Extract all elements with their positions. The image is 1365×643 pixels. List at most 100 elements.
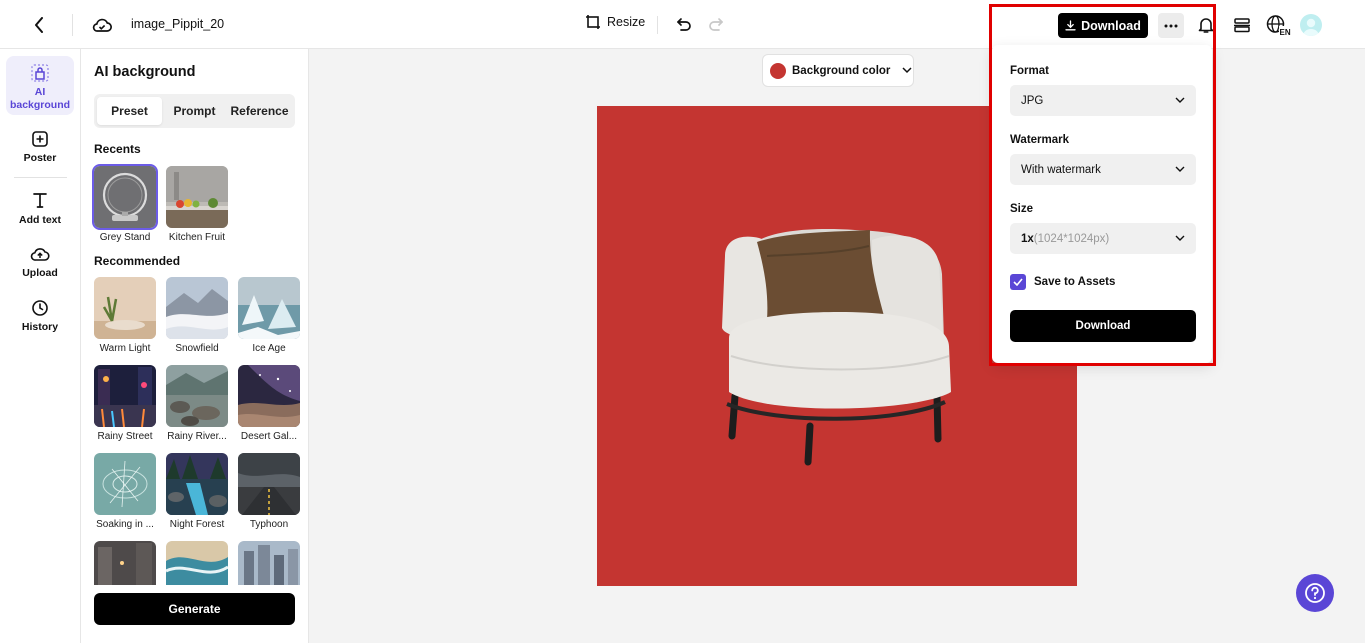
watermark-select[interactable]: With watermark (1010, 154, 1196, 185)
rail-item-upload[interactable]: Upload (6, 245, 74, 280)
ai-background-panel: AI background Preset Prompt Reference Re… (81, 49, 309, 643)
preset-image (166, 453, 228, 515)
rail-item-label: Add text (19, 214, 61, 226)
preset-label: Rainy River... (167, 431, 227, 442)
user-avatar[interactable] (1300, 14, 1322, 36)
avatar-icon (1303, 18, 1319, 36)
undo-button[interactable] (674, 14, 694, 36)
download-button[interactable]: Download (1058, 13, 1148, 38)
preset-thumb[interactable] (166, 541, 228, 585)
recents-heading: Recents (94, 142, 141, 156)
panel-title: AI background (94, 64, 196, 80)
rail-item-label: Upload (22, 267, 58, 279)
preset-label: Kitchen Fruit (168, 232, 226, 243)
resize-icon (586, 15, 600, 29)
redo-icon (709, 18, 723, 31)
preset-thumb[interactable]: Warm Light (94, 277, 156, 354)
redo-button[interactable] (706, 14, 726, 36)
preset-thumb[interactable]: Desert Gal... (238, 365, 300, 442)
preset-image (238, 365, 300, 427)
clock-icon (32, 300, 48, 316)
watermark-label: Watermark (1010, 134, 1070, 146)
color-swatch (770, 62, 786, 79)
recommended-heading: Recommended (94, 254, 181, 268)
left-rail: AI background Poster Add text Upload His… (0, 49, 81, 643)
cloud-sync-button[interactable] (88, 12, 116, 38)
resize-button[interactable]: Resize (585, 14, 645, 30)
background-color-label: Background color (792, 64, 891, 77)
tab-preset[interactable]: Preset (97, 97, 162, 125)
preset-thumb[interactable]: Snowfield (166, 277, 228, 354)
preset-image (92, 164, 158, 230)
preset-thumb[interactable]: Night Forest (166, 453, 228, 530)
preset-label: Rainy Street (97, 431, 153, 442)
lang-badge: EN (1280, 28, 1291, 36)
more-options-button[interactable] (1158, 13, 1184, 38)
help-button[interactable] (1296, 574, 1334, 612)
chevron-down-icon (1175, 235, 1185, 241)
preset-thumb[interactable]: Rainy Street (94, 365, 156, 442)
preset-image (94, 365, 156, 427)
preset-image (94, 453, 156, 515)
confirm-download-button[interactable]: Download (1010, 310, 1196, 342)
download-icon (1065, 20, 1076, 31)
tab-prompt[interactable]: Prompt (162, 97, 227, 125)
format-value: JPG (1021, 94, 1044, 107)
bag-icon (31, 64, 49, 82)
preset-label: Warm Light (99, 343, 151, 354)
generate-button[interactable]: Generate (94, 593, 295, 625)
mode-tabs: Preset Prompt Reference (94, 94, 295, 128)
text-icon (33, 193, 47, 208)
tab-reference[interactable]: Reference (227, 97, 292, 125)
preset-thumb[interactable] (238, 541, 300, 585)
language-button[interactable]: EN (1266, 13, 1292, 37)
question-icon (1305, 583, 1325, 603)
preset-image (166, 365, 228, 427)
preset-thumb[interactable]: Typhoon (238, 453, 300, 530)
bell-icon (1198, 18, 1214, 33)
preset-label: Grey Stand (99, 232, 151, 243)
checkbox-checked[interactable] (1010, 274, 1026, 290)
preset-thumb[interactable]: Rainy River... (166, 365, 228, 442)
download-label: Download (1081, 18, 1141, 33)
notifications-button[interactable] (1195, 14, 1217, 36)
save-to-assets-label: Save to Assets (1034, 276, 1116, 288)
preset-label: Night Forest (169, 519, 225, 530)
rail-item-label: AI background (9, 86, 71, 111)
format-select[interactable]: JPG (1010, 85, 1196, 116)
rail-item-history[interactable]: History (6, 299, 74, 334)
top-bar: image_Pippit_20 Resize Download EN (0, 0, 1365, 49)
divider (72, 14, 73, 36)
check-icon (1013, 278, 1023, 286)
size-value: 1x(1024*1024px) (1021, 233, 1109, 245)
save-to-assets-checkbox[interactable]: Save to Assets (1010, 274, 1115, 290)
preset-image (94, 541, 156, 585)
stack-button[interactable] (1231, 14, 1253, 36)
resize-label: Resize (607, 15, 646, 29)
preset-thumb[interactable]: Soaking in ... (94, 453, 156, 530)
preset-thumb[interactable]: Kitchen Fruit (166, 166, 228, 243)
stack-icon (1234, 18, 1250, 33)
background-color-button[interactable]: Background color (762, 54, 914, 87)
size-label: Size (1010, 203, 1034, 215)
chevron-down-icon (1175, 166, 1185, 172)
more-icon (1164, 24, 1178, 27)
preset-image (238, 453, 300, 515)
size-dimensions: (1024*1024px) (1033, 232, 1110, 245)
globe-icon: EN (1266, 15, 1292, 36)
rail-item-add-text[interactable]: Add text (6, 191, 74, 227)
preset-label: Typhoon (249, 519, 289, 530)
preset-thumb[interactable]: Grey Stand (92, 164, 158, 243)
watermark-value: With watermark (1021, 163, 1101, 176)
rail-item-ai-background[interactable]: AI background (6, 56, 74, 115)
preset-thumb[interactable] (94, 541, 156, 585)
chevron-down-icon (902, 67, 912, 74)
chevron-left-icon (35, 17, 43, 33)
cloud-icon (92, 18, 112, 32)
preset-thumb[interactable]: Ice Age (238, 277, 300, 354)
file-name[interactable]: image_Pippit_20 (131, 17, 224, 31)
size-select[interactable]: 1x(1024*1024px) (1010, 223, 1196, 254)
poster-icon (32, 131, 48, 147)
rail-item-poster[interactable]: Poster (6, 130, 74, 165)
back-button[interactable] (26, 12, 52, 38)
